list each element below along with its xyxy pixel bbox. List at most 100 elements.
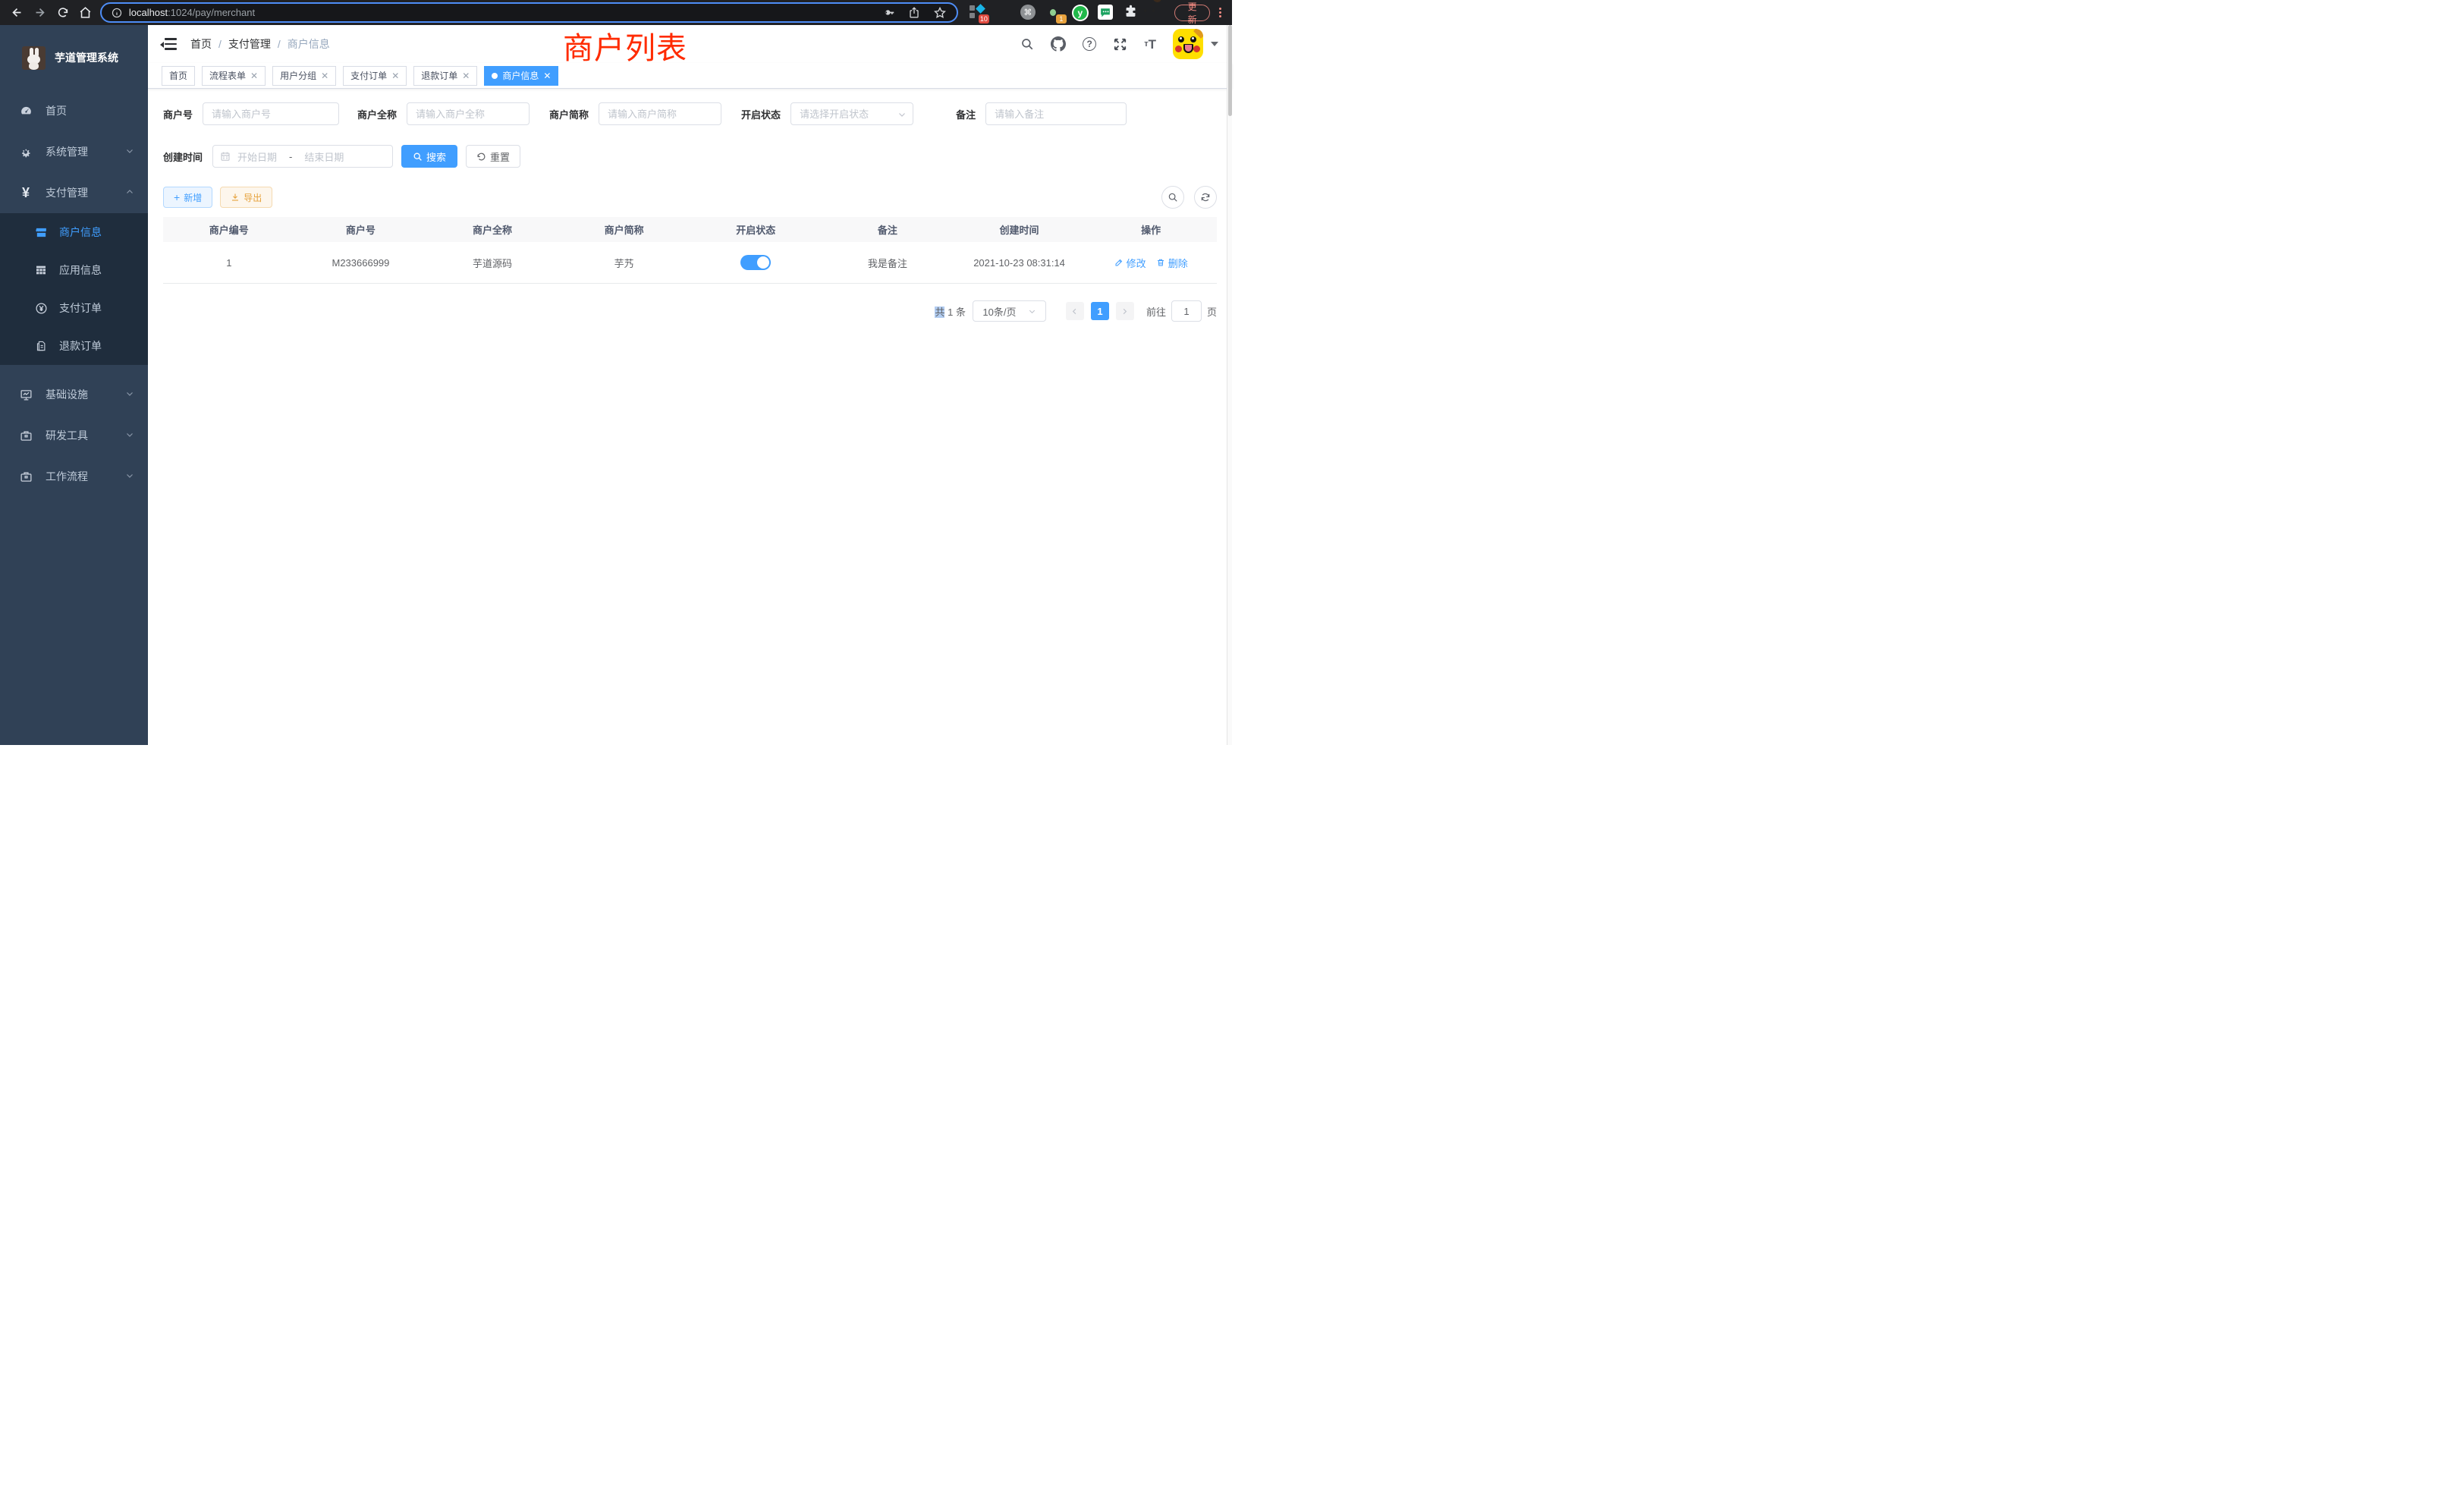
toggle-search-button[interactable] [1161,186,1184,209]
close-icon[interactable]: ✕ [391,71,399,80]
col-merchant-no: 商户号 [295,222,427,237]
short-name-input[interactable] [599,102,721,125]
browser-forward-button[interactable] [29,2,52,24]
refresh-table-button[interactable] [1194,186,1217,209]
start-date-placeholder[interactable]: 开始日期 [237,149,277,164]
merchant-no-label: 商户号 [163,107,193,121]
sidebar-item-infra[interactable]: 基础设施 [0,374,148,415]
remark-input[interactable] [985,102,1127,125]
export-button[interactable]: 导出 [220,187,272,208]
plus-icon: + [174,192,180,203]
browser-update-button[interactable]: 更新 [1174,5,1211,21]
refund-doc-icon [32,340,50,352]
goto-label: 前往 [1146,304,1166,319]
logo-rabbit-image [22,46,46,70]
full-name-input[interactable] [407,102,530,125]
fullscreen-icon[interactable] [1113,37,1127,52]
add-button[interactable]: + 新增 [163,187,212,208]
breadcrumb-home[interactable]: 首页 [190,36,212,52]
close-icon[interactable]: ✕ [321,71,328,80]
extension-icons: 10 ⌘ 1 y [969,5,1165,20]
info-icon[interactable] [112,8,122,18]
download-icon [231,193,240,202]
prev-page-button[interactable] [1066,302,1084,320]
tab-merchant-info[interactable]: 商户信息✕ [484,66,558,86]
merchant-no-input[interactable] [203,102,339,125]
chevron-down-icon [125,470,134,483]
header-search-icon[interactable] [1020,37,1034,51]
extension-yudao-icon[interactable]: y [1072,5,1088,20]
end-date-placeholder[interactable]: 结束日期 [304,149,344,164]
browser-menu-icon[interactable] [1215,8,1224,17]
app-title: 芋道管理系统 [55,50,118,65]
pay-submenu: 商户信息 应用信息 支付订单 退款订单 [0,213,148,365]
browser-back-button[interactable] [6,2,29,24]
chevron-right-icon [1120,307,1129,316]
sidebar-item-home[interactable]: 首页 [0,90,148,131]
scrollbar-thumb[interactable] [1228,25,1232,116]
browser-refresh-button[interactable] [52,2,74,24]
col-remark: 备注 [822,222,954,237]
bookmark-star-icon[interactable] [933,6,947,20]
close-icon[interactable]: ✕ [462,71,470,80]
cell-full-name: 芋道源码 [426,256,558,270]
extension-gem-icon[interactable] [995,5,1010,20]
sidebar-item-dev-tools[interactable]: 研发工具 [0,415,148,456]
profile-emoji-icon[interactable] [1149,5,1165,20]
browser-home-button[interactable] [74,2,97,24]
cell-short-name: 芋艿 [558,256,690,270]
help-icon[interactable]: ? [1083,37,1096,51]
tab-user-group[interactable]: 用户分组✕ [272,66,336,86]
page-1-button[interactable]: 1 [1091,302,1109,320]
sidebar-item-app-info[interactable]: 应用信息 [0,251,148,289]
next-page-button[interactable] [1116,302,1134,320]
reset-button[interactable]: 重置 [466,145,520,168]
sidebar-item-pay[interactable]: ¥ 支付管理 [0,172,148,213]
create-time-range-picker[interactable]: 开始日期 - 结束日期 [212,145,393,168]
breadcrumb: 首页 / 支付管理 / 商户信息 [190,36,330,52]
sidebar-item-system[interactable]: 系统管理 [0,131,148,172]
status-toggle[interactable] [740,255,771,270]
edit-pencil-icon [1114,258,1124,267]
page-content: 商户号 商户全称 商户简称 开启状态 备注 创建时间 [148,89,1232,745]
key-icon[interactable] [882,6,895,19]
table-header: 商户编号 商户号 商户全称 商户简称 开启状态 备注 创建时间 操作 [163,217,1217,242]
sidebar-item-merchant-info[interactable]: 商户信息 [0,213,148,251]
filter-row-1: 商户号 商户全称 商户简称 开启状态 备注 [163,102,1217,125]
url-text[interactable]: localhost:1024/pay/merchant [129,7,255,18]
search-button[interactable]: 搜索 [401,145,457,168]
extensions-puzzle-icon[interactable] [1124,5,1139,20]
chevron-left-icon [1070,307,1079,316]
page-size-select[interactable]: 10条/页 [973,300,1046,322]
tab-process-form[interactable]: 流程表单✕ [202,66,266,86]
goto-page-input[interactable] [1171,300,1202,322]
extension-blocks-icon[interactable]: 10 [969,5,985,20]
tab-pay-order[interactable]: 支付订单✕ [343,66,407,86]
page-scrollbar[interactable] [1227,25,1232,745]
extension-chat-icon[interactable] [1098,5,1114,20]
cell-merchant-id: 1 [163,257,295,269]
hamburger-icon[interactable] [162,38,177,50]
sidebar-item-refund-order[interactable]: 退款订单 [0,327,148,365]
github-icon[interactable] [1051,36,1066,52]
address-bar[interactable]: localhost:1024/pay/merchant [100,2,958,23]
extension-blob-icon[interactable]: 1 [1046,5,1062,20]
sidebar-item-workflow[interactable]: 工作流程 [0,456,148,497]
breadcrumb-pay[interactable]: 支付管理 [228,36,271,52]
status-select[interactable] [790,102,913,125]
sidebar-item-pay-order[interactable]: 支付订单 [0,289,148,327]
tab-refund-order[interactable]: 退款订单✕ [413,66,477,86]
close-icon[interactable]: ✕ [543,71,551,80]
share-icon[interactable] [908,6,920,19]
col-full-name: 商户全称 [426,222,558,237]
avatar[interactable] [1173,29,1203,59]
edit-link[interactable]: 修改 [1114,256,1146,270]
extension-command-icon[interactable]: ⌘ [1020,5,1036,20]
delete-link[interactable]: 删除 [1156,256,1188,270]
tab-home[interactable]: 首页 [162,66,195,86]
caret-down-icon[interactable] [1211,42,1218,46]
sidebar-logo[interactable]: 芋道管理系统 [0,25,148,90]
close-icon[interactable]: ✕ [250,71,258,80]
font-size-icon[interactable]: тT [1144,38,1156,51]
user-menu[interactable] [1173,29,1218,59]
